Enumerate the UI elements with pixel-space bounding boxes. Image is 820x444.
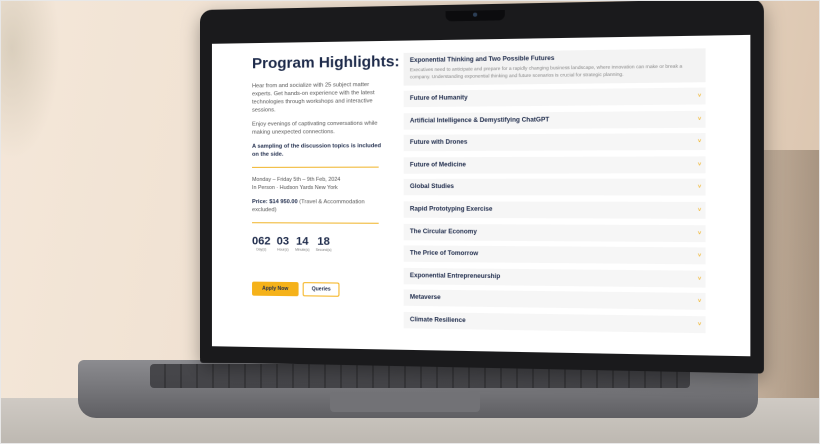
chevron-down-icon: ˅ (697, 92, 702, 100)
accordion-item-label: Future of Medicine (409, 162, 466, 169)
laptop-screen: Program Highlights: Hear from and social… (211, 34, 751, 357)
chevron-down-icon: ˅ (697, 229, 702, 237)
accordion-item[interactable]: Exponential Entrepreneurship ˅ (403, 267, 706, 288)
countdown-label: Minute(s) (295, 247, 310, 252)
event-location: In Person · Hudson Yards New York (252, 184, 338, 192)
chevron-down-icon: ˅ (697, 298, 702, 305)
accordion-item[interactable]: Rapid Prototyping Exercise ˅ (403, 201, 706, 219)
accordion-list: Future of Humanity ˅ Artificial Intelligen… (403, 87, 706, 334)
countdown-seconds: 18 Second(s) (316, 236, 332, 252)
accordion-item[interactable]: Future of Humanity ˅ (403, 87, 706, 108)
chevron-down-icon: ˅ (697, 252, 702, 260)
countdown-value: 062 (252, 235, 271, 248)
chevron-down-icon: ˅ (697, 161, 702, 168)
accordion-item-label: Climate Resilience (409, 317, 466, 325)
accordion-item[interactable]: Global Studies ˅ (403, 178, 706, 196)
accordion-item[interactable]: Climate Resilience ˅ (403, 311, 706, 334)
chevron-down-icon: ˅ (697, 115, 702, 123)
countdown-value: 14 (296, 235, 309, 248)
accordion-item-label: Global Studies (409, 184, 454, 191)
accordion-item-label: Exponential Entrepreneurship (409, 272, 501, 280)
countdown-label: Second(s) (315, 247, 332, 252)
laptop-photo: Program Highlights: Hear from and social… (0, 0, 820, 444)
accordion-item-label: Metaverse (409, 294, 441, 302)
accordion-description: Executives need to anticipate and prepar… (409, 63, 683, 80)
intro-text: Hear from and socialize with 25 subject … (252, 81, 375, 114)
chevron-down-icon: ˅ (697, 138, 702, 145)
accordion-item[interactable]: Future with Drones ˅ (403, 133, 706, 152)
background-plant (0, 0, 60, 160)
accordion-item-open[interactable]: Exponential Thinking and Two Possible Fu… (403, 48, 706, 86)
countdown-timer: 062 Day(s) 03 Hour(s) 14 Minute(s) 18 Se… (252, 235, 385, 252)
program-info: Program Highlights: Hear from and social… (252, 52, 400, 298)
countdown-minutes: 14 Minute(s) (295, 236, 309, 252)
chevron-down-icon: ˅ (697, 184, 702, 191)
topics-accordion: Exponential Thinking and Two Possible Fu… (403, 48, 706, 339)
accordion-item-label: Rapid Prototyping Exercise (409, 206, 493, 213)
apply-now-button[interactable]: Apply Now (252, 281, 299, 297)
countdown-label: Day(s) (256, 247, 267, 252)
intro-text-2: Enjoy evenings of captivating conversati… (252, 120, 378, 136)
chevron-down-icon: ˅ (697, 207, 702, 214)
chevron-down-icon: ˅ (697, 321, 702, 328)
laptop-trackpad (330, 392, 480, 412)
event-dates: Monday – Friday 5th – 9th Feb, 2024 (252, 176, 341, 183)
price-line: Price: $14 950.00 (Travel & Accommodatio… (252, 198, 385, 215)
accordion-item[interactable]: The Circular Economy ˅ (403, 223, 706, 242)
accordion-item-label: Artificial Intelligence & Demystifying C… (409, 116, 550, 125)
countdown-label: Hour(s) (277, 247, 289, 252)
accordion-item[interactable]: Artificial Intelligence & Demystifying C… (403, 110, 706, 130)
accordion-item-label: Future of Humanity (409, 95, 468, 102)
accordion-item[interactable]: Future of Medicine ˅ (403, 156, 706, 174)
accordion-item-label: Future with Drones (409, 139, 468, 147)
accordion-item[interactable]: Metaverse ˅ (403, 289, 706, 311)
laptop-lid: Program Highlights: Hear from and social… (200, 0, 764, 374)
page-title: Program Highlights: (252, 52, 400, 73)
divider (252, 166, 379, 168)
chevron-down-icon: ˅ (697, 275, 702, 283)
topics-note: A sampling of the discussion topics is i… (252, 143, 382, 158)
divider (252, 222, 379, 224)
countdown-hours: 03 Hour(s) (277, 235, 289, 251)
accordion-item[interactable]: The Price of Tomorrow ˅ (403, 245, 706, 265)
countdown-days: 062 Day(s) (252, 235, 271, 251)
countdown-value: 03 (276, 235, 290, 248)
price-label: Price: $14 950.00 (252, 199, 298, 206)
accordion-item-label: The Circular Economy (409, 228, 477, 236)
action-buttons: Apply Now Queries (252, 281, 385, 298)
accordion-item-label: The Price of Tomorrow (409, 250, 479, 258)
queries-button[interactable]: Queries (302, 282, 340, 297)
countdown-value: 18 (317, 235, 330, 248)
